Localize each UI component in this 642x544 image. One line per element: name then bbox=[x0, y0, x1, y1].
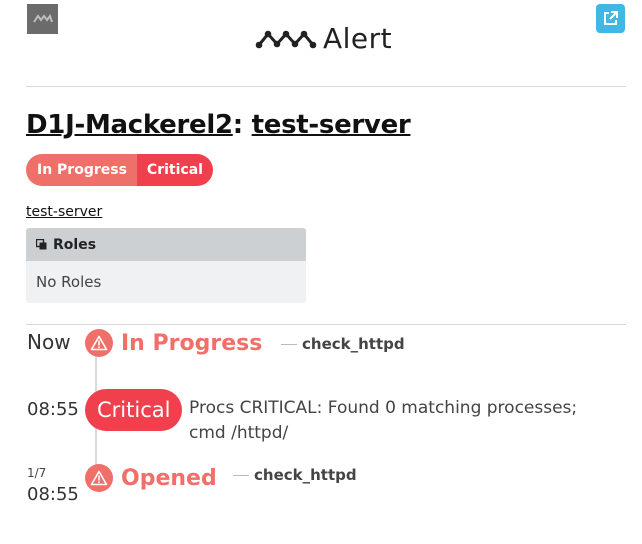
opened-status: Opened bbox=[85, 464, 217, 492]
monitor-dash bbox=[281, 344, 297, 345]
opened-monitor-name[interactable]: check_httpd bbox=[254, 466, 357, 484]
roles-empty-text: No Roles bbox=[36, 273, 102, 291]
opened-time: 08:55 bbox=[27, 484, 79, 505]
level-badge: Critical bbox=[136, 154, 213, 186]
critical-badge: Critical bbox=[85, 389, 183, 431]
monitor-dash bbox=[233, 475, 249, 476]
roles-body: No Roles bbox=[26, 261, 306, 303]
roles-icon bbox=[36, 239, 47, 250]
roles-header: Roles bbox=[26, 228, 306, 261]
host-title-link[interactable]: test-server bbox=[252, 110, 411, 140]
mackerel-logo-icon[interactable] bbox=[27, 4, 58, 34]
status-badges: In Progress Critical bbox=[26, 154, 213, 186]
status-badge: In Progress bbox=[26, 154, 137, 186]
opened-status-text: Opened bbox=[121, 465, 217, 491]
roles-title: Roles bbox=[53, 236, 97, 253]
now-monitor-name[interactable]: check_httpd bbox=[302, 335, 405, 353]
now-status-text: In Progress bbox=[121, 330, 263, 356]
now-monitor[interactable]: check_httpd bbox=[281, 335, 405, 353]
warning-icon bbox=[85, 329, 113, 357]
brand: Alert bbox=[255, 22, 392, 55]
page-title: D1J-Mackerel2: test-server bbox=[26, 110, 411, 140]
org-link[interactable]: D1J-Mackerel2 bbox=[26, 110, 233, 140]
header-divider bbox=[26, 86, 626, 87]
critical-time: 08:55 bbox=[27, 399, 79, 420]
now-status: In Progress bbox=[85, 329, 262, 357]
critical-message: Procs CRITICAL: Found 0 matching process… bbox=[189, 398, 578, 443]
now-label: Now bbox=[27, 330, 71, 354]
brand-title: Alert bbox=[323, 22, 393, 55]
alert-logo-icon bbox=[255, 30, 317, 48]
section-divider bbox=[26, 324, 626, 325]
host-link[interactable]: test-server bbox=[26, 204, 102, 220]
warning-icon bbox=[85, 464, 113, 492]
opened-date: 1/7 bbox=[27, 466, 47, 480]
external-link-icon[interactable] bbox=[596, 4, 625, 33]
opened-monitor[interactable]: check_httpd bbox=[233, 466, 357, 484]
roles-panel: Roles No Roles bbox=[26, 228, 306, 303]
title-separator: : bbox=[232, 110, 243, 140]
